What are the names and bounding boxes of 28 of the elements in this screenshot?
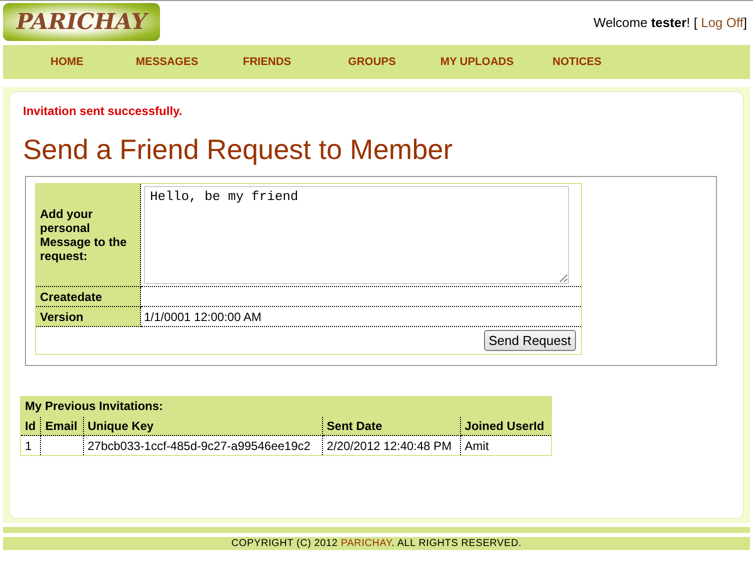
page-heading: Send a Friend Request to Member xyxy=(23,134,454,166)
nav-link[interactable]: GROUPS xyxy=(317,56,427,68)
copyright-text: COPYRIGHT (C) 2012 PARICHAY. ALL RIGHTS RESERVED. xyxy=(231,538,522,549)
table-cell: Amit xyxy=(464,438,489,452)
nav-link[interactable]: MY UPLOADS xyxy=(427,56,527,68)
field-label: Version xyxy=(36,306,140,326)
log-off-link[interactable]: Log Off xyxy=(700,14,744,30)
table-cell: 2/20/2012 12:40:48 PM xyxy=(326,438,452,452)
send-request-button[interactable]: Send Request xyxy=(484,330,576,351)
nav-link[interactable]: FRIENDS xyxy=(217,56,317,68)
field-label: Createdate xyxy=(36,286,140,306)
column-header: Email xyxy=(40,416,84,436)
table-title: My Previous Invitations: xyxy=(20,396,552,416)
column-header: Sent Date xyxy=(322,416,460,436)
welcome-text: Welcome tester! [ Log Off] xyxy=(594,14,747,30)
nav-link[interactable]: NOTICES xyxy=(527,56,627,68)
footer-link[interactable]: PARICHAY xyxy=(340,538,392,549)
column-header: Joined UserId xyxy=(460,416,552,436)
field-value: 1/1/0001 12:00:00 AM xyxy=(144,310,262,324)
nav-link[interactable]: HOME xyxy=(17,56,117,68)
column-header: Unique Key xyxy=(83,416,322,436)
message-field[interactable]: Hello, be my friend xyxy=(144,186,569,284)
table-cell: 1 xyxy=(25,438,32,452)
column-header: Id xyxy=(20,416,41,436)
status-message: Invitation sent successfully. xyxy=(23,104,184,118)
field-label: Add your personal Message to the request: xyxy=(36,184,140,286)
nav-link[interactable]: MESSAGES xyxy=(117,56,217,68)
table-cell: 27bcb033-1ccf-485d-9c27-a99546ee19c2 xyxy=(88,438,310,452)
